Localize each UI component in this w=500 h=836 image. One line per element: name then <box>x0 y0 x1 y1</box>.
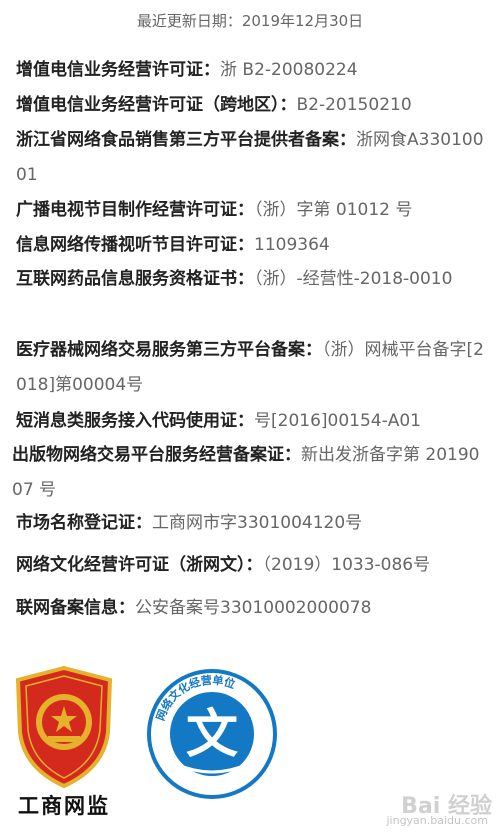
license-value: （浙）字第 01012 号 <box>254 200 413 220</box>
license-label: 增值电信业务经营许可证： <box>16 60 220 80</box>
license-broadcast-production: 广播电视节目制作经营许可证：（浙）字第 01012 号 <box>16 193 486 228</box>
license-public-security: 联网备案信息：公安备案号33010002000078 <box>16 591 486 626</box>
license-label: 联网备案信息： <box>16 598 135 618</box>
license-label: 网络文化经营许可证（浙网文）： <box>16 555 263 575</box>
wenhua-logo-icon: 网络文化经营单位 文 <box>147 669 277 799</box>
license-label: 互联网药品信息服务资格证书： <box>16 269 254 289</box>
license-label: 出版物网络交易平台服务经营备案证： <box>12 445 301 465</box>
license-label: 广播电视节目制作经营许可证： <box>16 200 254 220</box>
license-value: （浙）-经营性-2018-0010 <box>254 269 453 289</box>
last-updated-date: 最近更新日期：2019年12月30日 <box>136 12 364 30</box>
license-label: 市场名称登记证： <box>16 513 152 533</box>
emblem-shield-icon <box>15 665 113 789</box>
network-culture-unit-badge[interactable]: 网络文化经营单位 文 <box>146 668 278 800</box>
wenhua-character: 文 <box>186 704 238 765</box>
license-label: 短消息类服务接入代码使用证： <box>16 411 254 431</box>
license-sms-code: 短消息类服务接入代码使用证：号[2016]00154-A01 <box>16 404 486 439</box>
license-label: 浙江省网络食品销售第三方平台提供者备案： <box>16 130 356 150</box>
license-telecom-cross-region: 增值电信业务经营许可证（跨地区）：B2-20150210 <box>16 88 486 123</box>
license-value: B2-20150210 <box>296 95 412 115</box>
license-telecom-value-added: 增值电信业务经营许可证：浙 B2-20080224 <box>16 53 486 88</box>
license-network-culture: 网络文化经营许可证（浙网文）：（2019）1033-086号 <box>16 548 486 583</box>
license-value: （2019）1033-086号 <box>262 555 431 575</box>
badge-caption: 工商网监 <box>18 793 110 818</box>
license-label: 医疗器械网络交易服务第三方平台备案： <box>16 340 322 360</box>
certification-logos: 工商网监 网络文化经营单位 文 Bai 经验 jingyan.baidu.com <box>0 660 500 836</box>
license-value: 浙 B2-20080224 <box>220 60 358 80</box>
baidu-jingyan-url: jingyan.baidu.com <box>386 814 488 827</box>
license-publication: 出版物网络交易平台服务经营备案证：新出发浙备字第 2019007 号 <box>12 438 488 508</box>
license-drug-info: 互联网药品信息服务资格证书：（浙）-经营性-2018-0010 <box>16 262 486 297</box>
license-audiovisual: 信息网络传播视听节目许可证：1109364 <box>16 228 486 263</box>
icbc-web-supervision-badge[interactable]: 工商网监 <box>12 665 116 818</box>
license-value: 号[2016]00154-A01 <box>254 411 422 431</box>
license-label: 增值电信业务经营许可证（跨地区）： <box>16 95 297 115</box>
license-medical-device: 医疗器械网络交易服务第三方平台备案：（浙）网械平台备字[2018]第00004号 <box>16 333 486 403</box>
license-market-name: 市场名称登记证：工商网市字3301004120号 <box>16 506 486 541</box>
license-value: 公安备案号33010002000078 <box>135 598 372 618</box>
license-label: 信息网络传播视听节目许可证： <box>16 235 254 255</box>
license-food-platform: 浙江省网络食品销售第三方平台提供者备案：浙网食A33010001 <box>16 123 486 193</box>
license-value: 工商网市字3301004120号 <box>152 513 363 533</box>
license-value: 1109364 <box>254 235 330 255</box>
